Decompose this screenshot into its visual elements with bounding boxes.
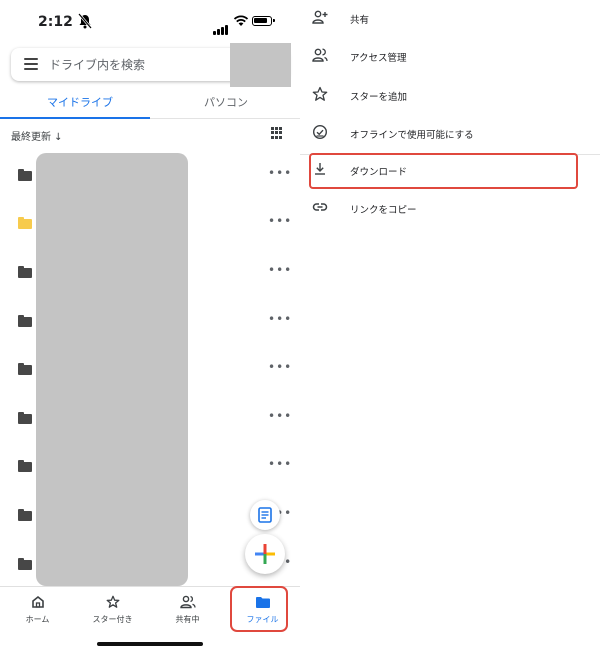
status-bar: 2:12 (0, 0, 300, 44)
add-person-icon (312, 10, 328, 24)
file-context-menu: 共有 アクセス管理 スターを追加 オフラインで使用可能にする ダウンロード リン… (300, 0, 600, 652)
more-options-icon[interactable]: ••• (268, 166, 292, 180)
battery-icon (252, 16, 275, 26)
menu-item-offline[interactable]: オフラインで使用可能にする (300, 115, 600, 153)
tab-computers[interactable]: パソコン (204, 94, 248, 110)
link-icon (312, 203, 328, 211)
folder-icon (18, 217, 32, 229)
search-input[interactable]: ドライブ内を検索 (49, 56, 145, 73)
account-avatar[interactable] (230, 43, 291, 87)
hamburger-menu-icon[interactable] (24, 58, 38, 70)
menu-item-share[interactable]: 共有 (300, 0, 600, 38)
menu-item-label: アクセス管理 (350, 53, 407, 64)
folder-icon (18, 412, 32, 424)
scan-icon (258, 507, 272, 523)
nav-starred-label: スター付き (92, 615, 133, 624)
scan-button[interactable] (250, 500, 280, 530)
download-highlight (309, 153, 578, 189)
nav-home[interactable]: ホーム (0, 593, 75, 625)
menu-item-label: スターを追加 (350, 92, 408, 103)
more-options-icon[interactable]: ••• (268, 214, 292, 228)
more-options-icon[interactable]: ••• (268, 457, 292, 471)
manage-access-icon (312, 48, 328, 62)
nav-shared-label: 共有中 (175, 615, 200, 624)
folder-icon (18, 169, 32, 181)
menu-item-copy-link[interactable]: リンクをコピー (300, 190, 600, 228)
folder-icon (18, 363, 32, 375)
menu-item-manage-access[interactable]: アクセス管理 (300, 38, 600, 76)
wifi-icon (233, 15, 249, 26)
files-tab-highlight (230, 586, 288, 632)
nav-starred[interactable]: スター付き (75, 593, 150, 625)
menu-item-label: オフラインで使用可能にする (350, 130, 474, 141)
new-button[interactable] (245, 534, 285, 574)
star-icon (312, 86, 328, 101)
plus-icon (255, 544, 275, 564)
offline-icon (312, 124, 328, 140)
signal-icon (213, 16, 229, 35)
tab-my-drive[interactable]: マイドライブ (47, 94, 113, 110)
folder-icon (18, 509, 32, 521)
more-options-icon[interactable]: ••• (268, 409, 292, 423)
sort-order-button[interactable]: 最終更新 ↓ (11, 128, 63, 143)
status-time: 2:12 (38, 14, 73, 30)
folder-icon (18, 460, 32, 472)
menu-item-label: 共有 (350, 15, 370, 26)
tab-indicator (0, 117, 150, 119)
redacted-file-names (36, 153, 188, 586)
folder-icon (18, 558, 32, 570)
more-options-icon[interactable]: ••• (268, 360, 292, 374)
home-icon (31, 595, 44, 608)
menu-item-label: リンクをコピー (350, 205, 417, 216)
more-options-icon[interactable]: ••• (268, 312, 292, 326)
star-icon (106, 595, 119, 608)
menu-item-add-star[interactable]: スターを追加 (300, 77, 600, 115)
nav-shared[interactable]: 共有中 (150, 593, 225, 625)
bell-off-icon (78, 13, 92, 29)
drive-files-screen: 2:12 ドライブ内を検索 マイドライブ パソコン 最終更新 ↓ ••• •••… (0, 0, 300, 653)
drive-tabs: マイドライブ パソコン (0, 86, 300, 119)
folder-icon (18, 315, 32, 327)
people-icon (179, 595, 196, 609)
nav-home-label: ホーム (25, 615, 50, 624)
home-indicator (97, 642, 203, 646)
grid-view-icon[interactable] (271, 127, 283, 139)
more-options-icon[interactable]: ••• (268, 263, 292, 277)
folder-icon (18, 266, 32, 278)
